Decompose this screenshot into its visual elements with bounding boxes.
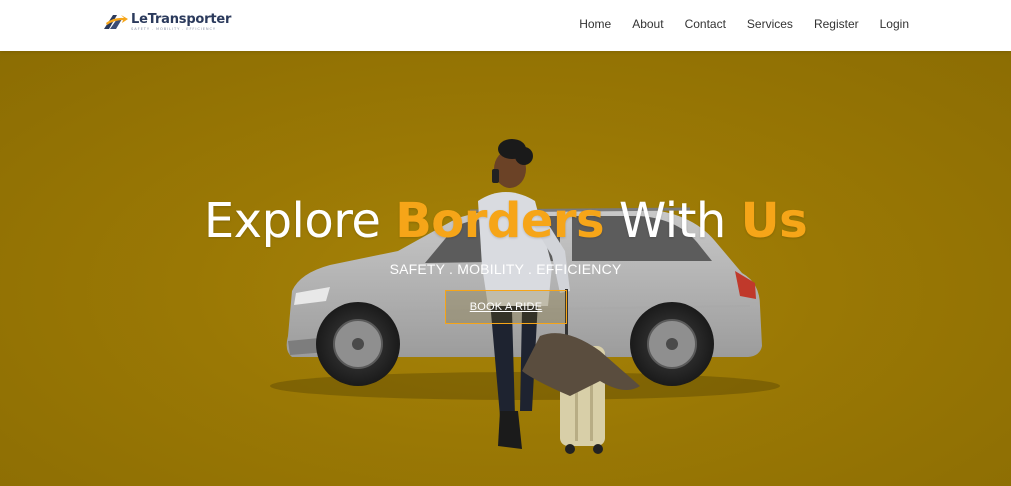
nav-login[interactable]: Login [880, 16, 909, 32]
hero-section: Explore Borders With Us SAFETY . MOBILIT… [0, 51, 1011, 486]
brand-tagline: SAFETY . MOBILITY . EFFICIENCY [131, 26, 216, 31]
nav-contact[interactable]: Contact [685, 16, 726, 32]
hero-title-part2: With [604, 193, 741, 249]
nav-home[interactable]: Home [579, 16, 611, 32]
nav-about[interactable]: About [632, 16, 663, 32]
hero-title-accent-borders: Borders [395, 193, 605, 249]
hero-subtitle: SAFETY . MOBILITY . EFFICIENCY [389, 261, 622, 277]
main-nav: Home About Contact Services Register Log… [558, 16, 909, 32]
brand-logo[interactable]: LeTransporter SAFETY . MOBILITY . EFFICI… [102, 11, 231, 33]
nav-register[interactable]: Register [814, 16, 859, 32]
brand-text: LeTransporter SAFETY . MOBILITY . EFFICI… [131, 11, 232, 32]
top-navbar: LeTransporter SAFETY . MOBILITY . EFFICI… [0, 0, 1011, 51]
book-a-ride-button[interactable]: BOOK A RIDE [445, 290, 567, 324]
hero-title: Explore Borders With Us [0, 191, 1011, 251]
nav-services[interactable]: Services [747, 16, 793, 32]
hero-title-part1: Explore [203, 193, 396, 249]
road-arrow-logo-icon [104, 15, 128, 29]
hero-title-accent-us: Us [740, 193, 808, 249]
brand-name: LeTransporter [131, 11, 232, 27]
